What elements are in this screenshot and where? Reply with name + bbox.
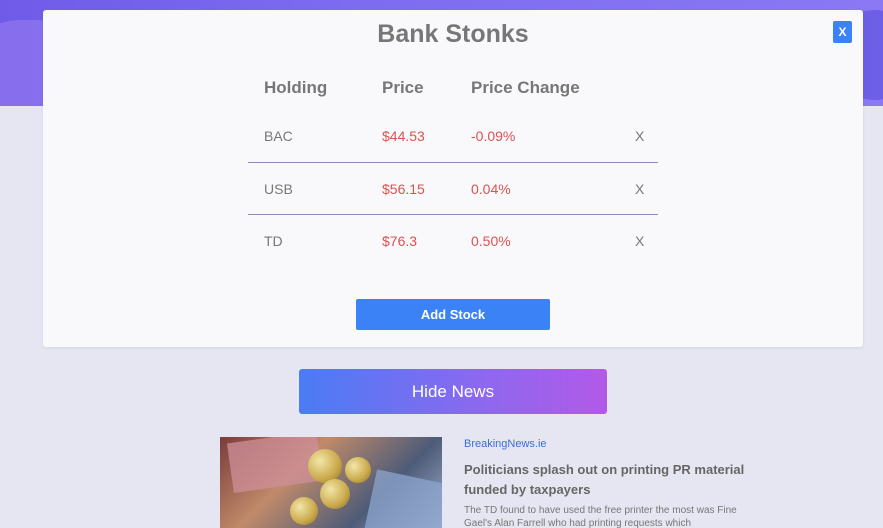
price-change-cell: 0.04% [471, 180, 511, 197]
table-row: USB $56.15 0.04% X [248, 163, 658, 215]
column-header-holding: Holding [264, 78, 328, 97]
stocks-modal: Bank Stonks X Holding Price Price Change… [43, 10, 863, 347]
holding-cell: USB [264, 180, 293, 197]
holding-cell: TD [264, 233, 283, 249]
news-source-link[interactable]: BreakingNews.ie [464, 438, 547, 450]
coin-shape [345, 457, 371, 483]
table-header: Holding Price Price Change [248, 70, 658, 110]
table-row: TD $76.3 0.50% X [248, 215, 658, 268]
coin-shape [320, 479, 350, 509]
column-header-price-change: Price Change [471, 78, 580, 97]
add-stock-button[interactable]: Add Stock [356, 299, 550, 330]
price-change-cell: 0.50% [471, 233, 511, 249]
remove-stock-button[interactable]: X [635, 181, 644, 197]
table-row: BAC $44.53 -0.09% X [248, 110, 658, 163]
price-change-cell: -0.09% [471, 128, 516, 144]
column-header-price: Price [382, 78, 424, 97]
hide-news-button[interactable]: Hide News [299, 369, 607, 414]
price-cell: $44.53 [382, 128, 425, 144]
coin-shape [308, 449, 342, 483]
news-headline[interactable]: Politicians splash out on printing PR ma… [464, 460, 754, 500]
close-button[interactable]: X [833, 21, 852, 43]
price-cell: $76.3 [382, 233, 418, 249]
price-cell: $56.15 [382, 180, 425, 197]
coin-shape [290, 497, 318, 525]
holding-cell: BAC [264, 128, 293, 144]
banknote-shape [364, 469, 442, 528]
stock-table: Holding Price Price Change BAC $44.53 -0… [248, 70, 658, 268]
news-summary: The TD found to have used the free print… [464, 505, 737, 528]
remove-stock-button[interactable]: X [635, 128, 644, 144]
remove-stock-button[interactable]: X [635, 233, 644, 249]
modal-title: Bank Stonks [377, 20, 529, 48]
news-thumbnail[interactable] [220, 437, 442, 528]
